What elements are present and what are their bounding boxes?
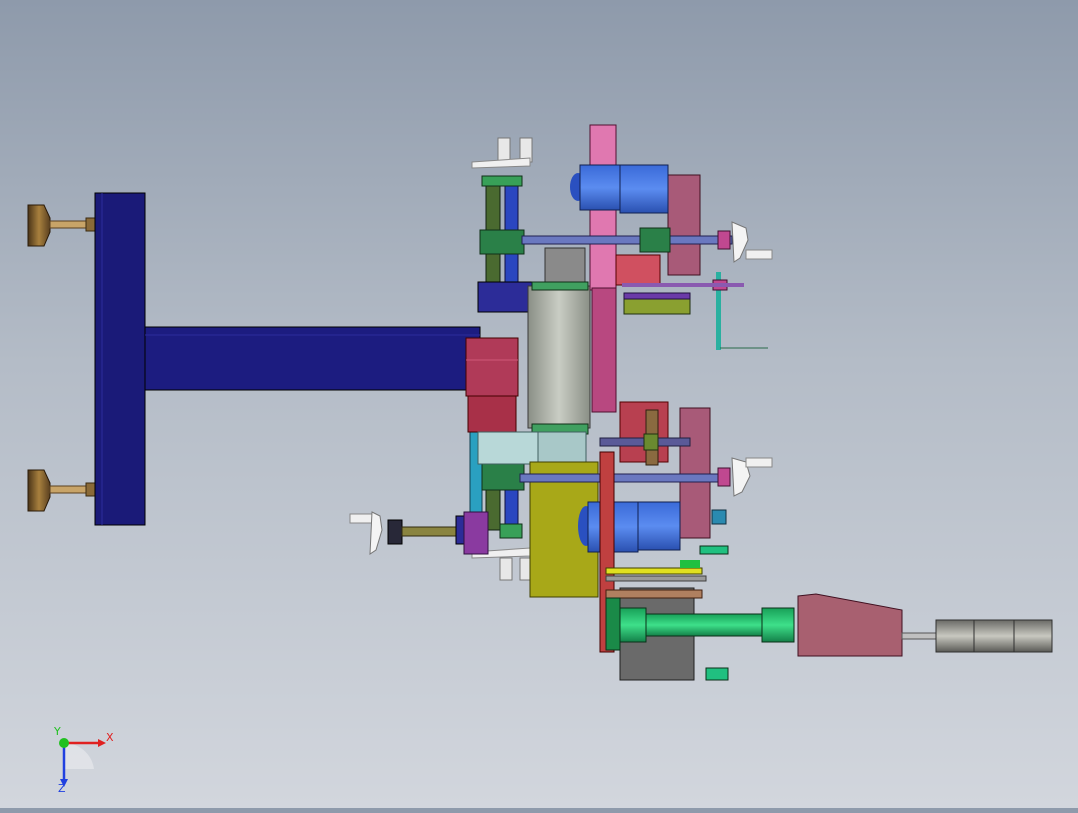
gray-strip <box>605 575 707 582</box>
y-axis-label: Y <box>53 725 61 738</box>
leveling-foot-top <box>27 204 97 247</box>
yellow-strip <box>605 567 703 575</box>
y-axis-dot <box>59 738 69 748</box>
fitting-right <box>699 545 729 555</box>
z-axis-label: Z <box>58 782 66 795</box>
fitting-bottom <box>705 667 729 681</box>
top-clamp-handles <box>471 137 533 187</box>
bottom-servo-motor <box>578 501 681 553</box>
upper-mount-plate <box>477 281 534 313</box>
main-roller <box>527 281 591 435</box>
gray-bracket <box>544 247 586 287</box>
green-tab <box>680 560 700 568</box>
motor-housing-right <box>797 593 1053 657</box>
tan-strip <box>605 589 703 599</box>
rose-panel-bottom <box>679 407 711 539</box>
column-clamp-block-top <box>479 229 525 255</box>
rose-panel-top <box>667 174 701 276</box>
base-frame <box>94 192 481 526</box>
x-arrow-head <box>98 739 106 747</box>
purple-guide-strip <box>623 292 691 300</box>
lower-carriage-face <box>477 431 539 465</box>
handwheel-left <box>349 511 489 555</box>
handwheel-mid-right <box>731 457 773 497</box>
cad-model-render[interactable] <box>0 0 1078 808</box>
cad-graphics-viewport[interactable] <box>0 0 1078 808</box>
red-gearbox <box>465 337 519 433</box>
handwheel-top-right <box>731 221 773 263</box>
fitting-mid <box>711 509 727 525</box>
x-axis-label: X <box>106 731 114 744</box>
top-servo-motor <box>570 164 669 214</box>
leveling-foot-bottom <box>27 469 97 512</box>
column-clamp-block-bottom <box>481 461 525 491</box>
coordinate-triad: X Y Z <box>40 725 130 795</box>
